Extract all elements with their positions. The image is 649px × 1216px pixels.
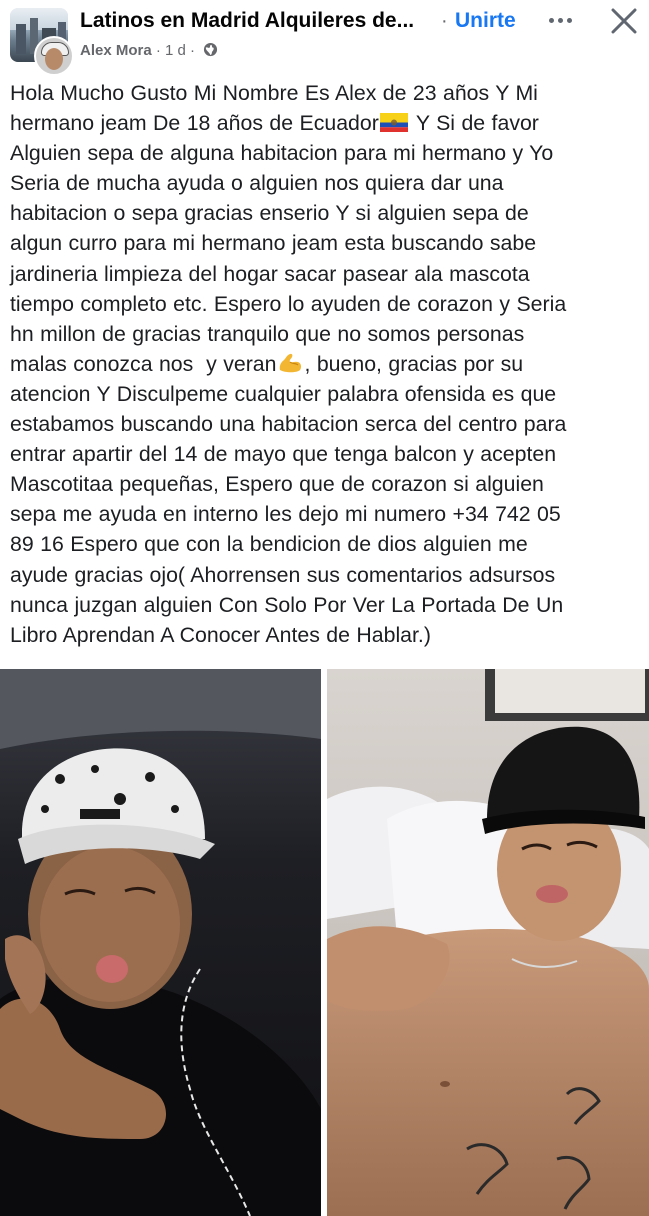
post-line: hn millon de gracias tranquilo que no so…: [10, 321, 525, 346]
post-line: tiempo completo etc. Espero lo ayuden de…: [10, 291, 567, 316]
post-line: habitacion o sepa gracias enserio Y si a…: [10, 201, 529, 226]
post-line: Alguien sepa de alguna habitacion para m…: [10, 141, 554, 166]
photo-grid: [0, 669, 649, 1216]
post-line: Y Si de favor: [409, 111, 539, 136]
post-line: entrar apartir del 14 de mayo que tenga …: [10, 442, 557, 467]
post-line: Seria de mucha ayuda o alguien nos quier…: [10, 171, 504, 196]
photo-2[interactable]: [327, 669, 649, 1216]
post-line: 89 16 Espero que con la bendicion de dio…: [10, 532, 528, 557]
join-group-button[interactable]: Unirte: [455, 9, 516, 33]
flag-ecuador-icon: [379, 110, 408, 133]
post-line: hermano jeam De 18 años de Ecuador: [10, 111, 379, 136]
avatar-stack[interactable]: [10, 8, 74, 76]
post-header: Latinos en Madrid Alquileres de... · Uni…: [0, 0, 649, 76]
post-line: malas conozca nos y veran: [10, 351, 277, 376]
post-line: Hola Mucho Gusto Mi Nombre Es Alex de 23…: [10, 81, 538, 105]
author-avatar[interactable]: [34, 36, 74, 76]
post-line: Libro Aprendan A Conocer Antes de Hablar…: [10, 622, 431, 647]
post-time[interactable]: · 1 d ·: [156, 42, 195, 59]
flexed-biceps-icon: [277, 352, 303, 374]
post-line: jardineria limpieza del hogar sacar pase…: [10, 261, 530, 286]
close-icon[interactable]: [607, 4, 641, 38]
post-line: Mascotitaa pequeñas, Espero que de coraz…: [10, 472, 544, 497]
photo-1[interactable]: [0, 669, 321, 1216]
post-line: nunca juzgan alguien Con Solo Por Ver La…: [10, 592, 564, 617]
post-line: estabamos buscando una habitacion serca …: [10, 412, 567, 437]
post-line: atencion Y Disculpeme cualquier palabra …: [10, 381, 557, 406]
post-meta: Alex Mora · 1 d ·: [80, 42, 218, 61]
post-line: ayude gracias ojo( Ahorrensen sus coment…: [10, 562, 556, 587]
post-line: , bueno, gracias por su: [304, 351, 524, 376]
author-name-link[interactable]: Alex Mora: [80, 42, 152, 59]
post-body: Hola Mucho Gusto Mi Nombre Es Alex de 23…: [10, 78, 644, 650]
post-line: sepa me ayuda en interno les dejo mi num…: [10, 502, 561, 527]
post-line: algun curro para mi hermano jeam esta bu…: [10, 231, 537, 256]
more-options-icon[interactable]: [543, 6, 577, 34]
separator: ·: [441, 10, 448, 32]
group-name-link[interactable]: Latinos en Madrid Alquileres de...: [80, 9, 440, 33]
globe-icon: [203, 42, 218, 61]
